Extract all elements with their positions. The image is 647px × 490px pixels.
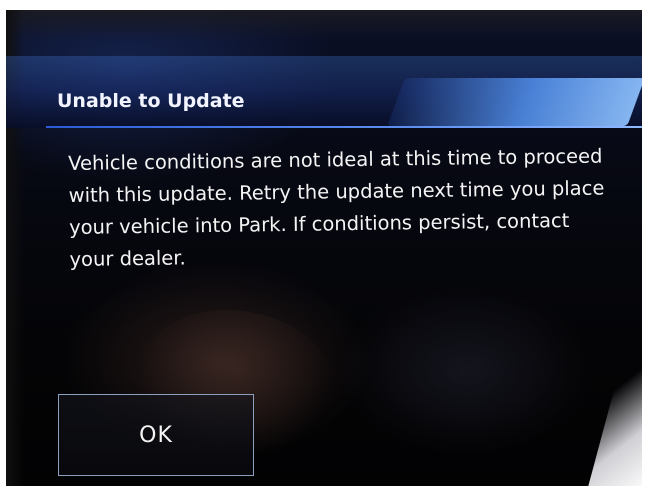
header-glare [387,78,642,126]
photo-frame: Unable to Update Vehicle conditions are … [0,0,647,490]
dialog-title: Unable to Update [57,90,245,112]
screen-glare-corner [587,350,642,486]
infotainment-screen: Unable to Update Vehicle conditions are … [6,10,642,486]
top-strip [6,10,642,40]
ok-button[interactable]: OK [58,394,254,476]
ok-button-label: OK [139,422,173,448]
dialog-message: Vehicle conditions are not ideal at this… [68,144,605,271]
header-divider [46,126,642,128]
